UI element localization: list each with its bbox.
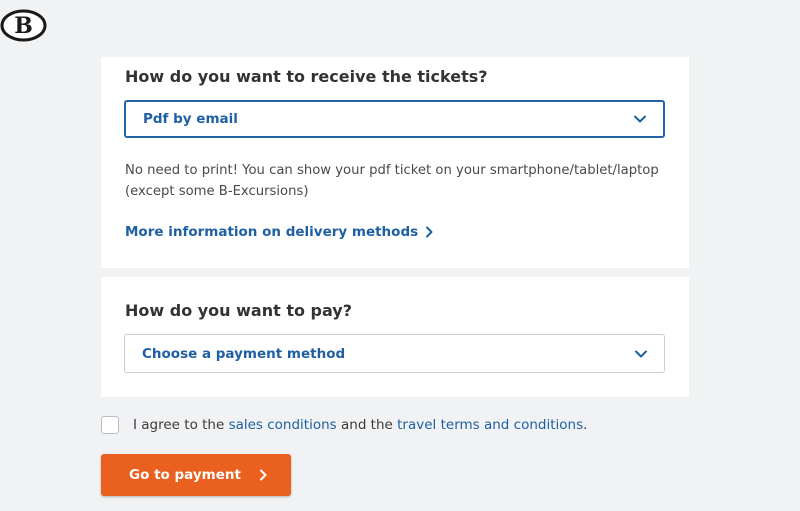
chevron-right-icon <box>259 469 267 481</box>
delivery-description: No need to print! You can show your pdf … <box>125 163 659 199</box>
payment-title: How do you want to pay? <box>125 301 352 320</box>
delivery-title: How do you want to receive the tickets? <box>125 67 488 86</box>
delivery-method-card: How do you want to receive the tickets? … <box>101 57 689 268</box>
chevron-right-icon <box>426 226 433 238</box>
travel-terms-link[interactable]: travel terms and conditions <box>397 417 583 433</box>
go-to-payment-label: Go to payment <box>129 467 241 483</box>
more-info-delivery-link[interactable]: More information on delivery methods <box>125 224 433 240</box>
sncb-logo-icon[interactable]: B <box>0 9 47 42</box>
agreement-text-before: I agree to the <box>133 417 229 433</box>
chevron-down-icon <box>634 115 646 123</box>
logo-letter: B <box>14 13 33 39</box>
payment-method-select[interactable]: Choose a payment method <box>124 334 665 373</box>
payment-selected-value: Choose a payment method <box>142 345 346 362</box>
delivery-method-select[interactable]: Pdf by email <box>124 100 665 138</box>
agreement-text-after: . <box>583 417 588 433</box>
agreement-text-middle: and the <box>336 417 398 433</box>
go-to-payment-button[interactable]: Go to payment <box>101 454 291 496</box>
terms-checkbox[interactable] <box>101 416 119 434</box>
terms-agreement: I agree to the sales conditions and the … <box>101 416 587 434</box>
more-info-label: More information on delivery methods <box>125 224 419 240</box>
chevron-down-icon <box>635 350 647 357</box>
sales-conditions-link[interactable]: sales conditions <box>229 417 337 433</box>
delivery-selected-value: Pdf by email <box>143 111 238 127</box>
payment-method-card: How do you want to pay? Choose a payment… <box>101 277 689 397</box>
